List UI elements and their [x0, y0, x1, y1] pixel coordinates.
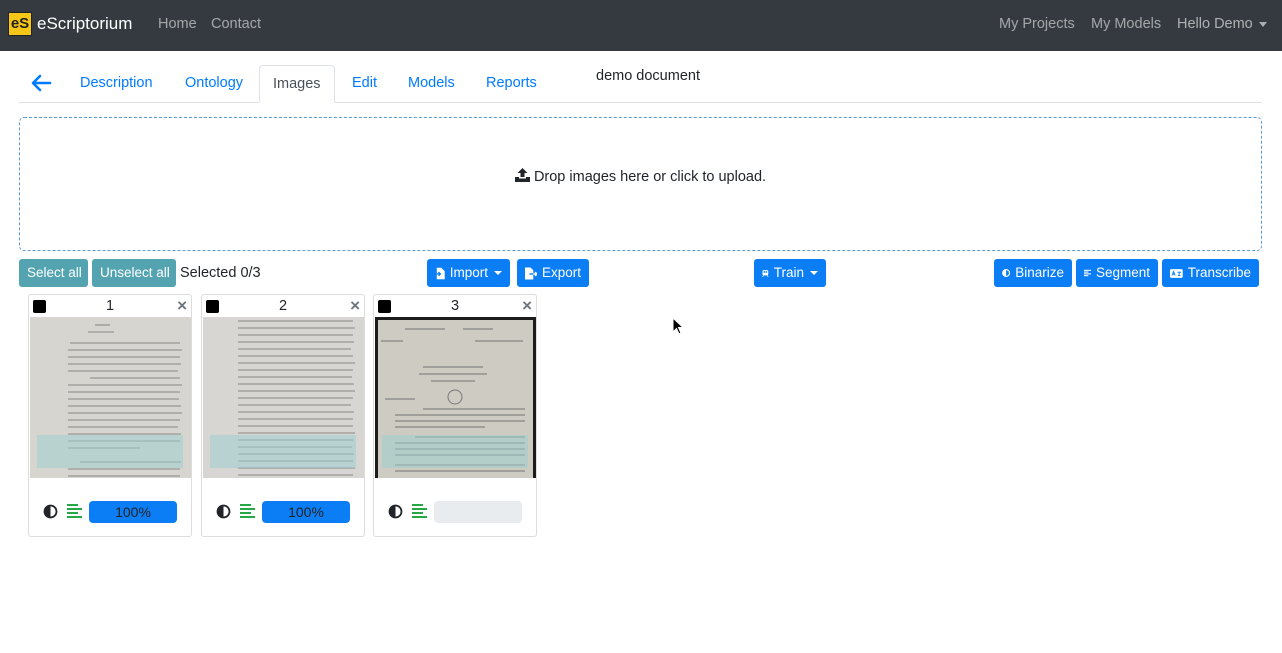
dropzone-message: Drop images here or click to upload.	[533, 169, 767, 185]
binarization-status-icon[interactable]	[43, 504, 58, 519]
transcription-progress	[434, 501, 522, 523]
transcription-progress-bar: 100%	[262, 501, 350, 523]
train-icon	[762, 269, 769, 277]
nav-home[interactable]: Home	[158, 16, 197, 32]
import-label: Import	[449, 265, 488, 280]
unselect-all-button[interactable]: Unselect all	[92, 259, 176, 287]
page-thumbnail[interactable]	[30, 317, 191, 478]
dropzone-message-row: Drop images here or click to upload.	[20, 168, 1261, 185]
binarize-label: Binarize	[1015, 265, 1064, 280]
export-label: Export	[541, 265, 581, 280]
close-icon[interactable]: ×	[350, 297, 360, 314]
card-tools: 100%	[216, 501, 356, 523]
align-left-icon	[1084, 269, 1091, 277]
adjust-icon	[1002, 269, 1011, 277]
segmentation-status-icon[interactable]	[240, 504, 255, 518]
chevron-down-icon	[494, 271, 502, 275]
train-label: Train	[773, 265, 804, 280]
transcribe-label: Transcribe	[1187, 265, 1251, 280]
file-import-icon	[435, 267, 445, 279]
card-tools	[388, 501, 528, 523]
user-menu-label: Hello Demo	[1177, 16, 1253, 32]
transcription-progress: 100%	[262, 501, 350, 523]
segmentation-status-icon[interactable]	[412, 504, 427, 518]
segment-label: Segment	[1095, 265, 1150, 280]
upload-icon	[514, 168, 530, 182]
language-icon	[1170, 268, 1183, 278]
transcription-progress: 100%	[89, 501, 177, 523]
tab-models[interactable]: Models	[395, 65, 468, 103]
page-thumbnail[interactable]	[375, 317, 536, 478]
tab-images[interactable]: Images	[259, 65, 335, 103]
export-button[interactable]: Export	[517, 259, 589, 287]
image-card[interactable]: 1 × 100%	[28, 294, 192, 537]
binarization-status-icon[interactable]	[388, 504, 403, 519]
mouse-pointer-icon	[672, 317, 684, 335]
transcribe-button[interactable]: Transcribe	[1162, 259, 1259, 287]
card-number: 3	[450, 298, 460, 314]
close-icon[interactable]: ×	[177, 297, 187, 314]
escriptorium-logo: eS	[8, 12, 32, 36]
chevron-down-icon	[1258, 21, 1267, 27]
nav-my-models[interactable]: My Models	[1091, 16, 1161, 32]
tab-edit[interactable]: Edit	[339, 65, 390, 103]
image-card[interactable]: 3 ×	[373, 294, 537, 537]
import-button[interactable]: Import	[427, 259, 510, 287]
tab-description[interactable]: Description	[67, 65, 166, 103]
brand[interactable]: eS eScriptorium	[8, 12, 132, 36]
back-arrow-icon[interactable]	[30, 72, 52, 94]
card-number: 2	[278, 298, 288, 314]
page-thumbnail[interactable]	[203, 317, 364, 478]
brand-name: eScriptorium	[37, 14, 133, 33]
card-number: 1	[105, 298, 115, 314]
chevron-down-icon	[810, 271, 818, 275]
upload-dropzone[interactable]: Drop images here or click to upload.	[19, 117, 1262, 251]
tab-reports[interactable]: Reports	[473, 65, 550, 103]
tab-ontology[interactable]: Ontology	[172, 65, 256, 103]
card-tools: 100%	[43, 501, 183, 523]
document-title: demo document	[596, 68, 700, 84]
binarization-status-icon[interactable]	[216, 504, 231, 519]
segmentation-status-icon[interactable]	[67, 504, 82, 518]
binarize-button[interactable]: Binarize	[994, 259, 1072, 287]
nav-my-projects[interactable]: My Projects	[999, 16, 1075, 32]
image-card[interactable]: 2 × 100%	[201, 294, 365, 537]
select-all-button[interactable]: Select all	[19, 259, 88, 287]
file-export-icon	[525, 267, 537, 279]
user-menu[interactable]: Hello Demo	[1177, 16, 1267, 32]
nav-contact[interactable]: Contact	[211, 16, 261, 32]
segment-button[interactable]: Segment	[1076, 259, 1158, 287]
train-button[interactable]: Train	[754, 259, 826, 287]
close-icon[interactable]: ×	[522, 297, 532, 314]
top-navbar: eS eScriptorium Home Contact My Projects…	[0, 0, 1282, 51]
selected-count: Selected 0/3	[180, 265, 261, 281]
transcription-progress-bar: 100%	[89, 501, 177, 523]
